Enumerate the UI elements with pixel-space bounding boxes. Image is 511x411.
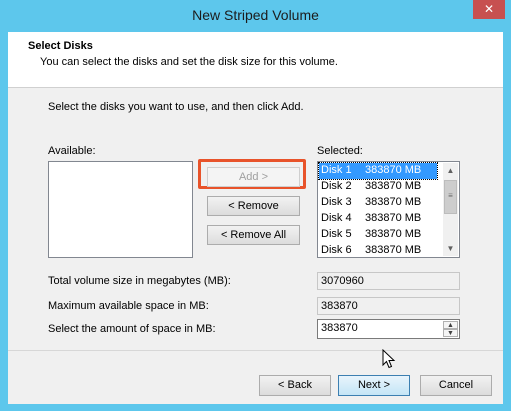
list-item[interactable]: Disk 2 383870 MB bbox=[319, 179, 437, 195]
disk-size: 383870 MB bbox=[365, 196, 422, 208]
list-item[interactable]: Disk 4 383870 MB bbox=[319, 211, 437, 227]
window-title: New Striped Volume bbox=[192, 7, 319, 23]
instruction-text: Select the disks you want to use, and th… bbox=[48, 101, 304, 113]
back-button[interactable]: < Back bbox=[259, 375, 331, 396]
disk-name: Disk 5 bbox=[321, 228, 352, 240]
wizard-body: Select the disks you want to use, and th… bbox=[8, 88, 503, 350]
disk-name: Disk 6 bbox=[321, 244, 352, 256]
dialog-client: Select Disks You can select the disks an… bbox=[8, 32, 503, 404]
selected-disks-list[interactable]: Disk 6 383870 MB Disk 5 383870 MB Disk 4 3838… bbox=[317, 161, 460, 258]
selected-label: Selected: bbox=[317, 145, 363, 157]
disk-name: Disk 3 bbox=[321, 196, 352, 208]
disk-name: Disk 1 bbox=[321, 164, 352, 176]
dialog-window: New Striped Volume ✕ Select Disks You ca… bbox=[0, 0, 511, 411]
list-item[interactable]: Disk 3 383870 MB bbox=[319, 195, 437, 211]
list-item[interactable]: Disk 6 383870 MB bbox=[319, 243, 437, 257]
disk-size: 383870 MB bbox=[365, 212, 422, 224]
available-label: Available: bbox=[48, 145, 96, 157]
scroll-up-icon[interactable]: ▲ bbox=[443, 163, 458, 178]
max-space-label: Maximum available space in MB: bbox=[48, 300, 209, 312]
total-size-field: 3070960 bbox=[317, 272, 460, 290]
wizard-header: Select Disks You can select the disks an… bbox=[8, 32, 503, 88]
title-bar[interactable]: New Striped Volume ✕ bbox=[0, 0, 511, 32]
scroll-thumb[interactable]: ≡ bbox=[444, 180, 457, 214]
close-button[interactable]: ✕ bbox=[473, 0, 505, 19]
disk-name: Disk 2 bbox=[321, 180, 352, 192]
selected-list-scrollbar[interactable]: ▲ ≡ ▼ bbox=[443, 163, 458, 256]
disk-name: Disk 4 bbox=[321, 212, 352, 224]
spin-up-icon[interactable]: ▲ bbox=[443, 321, 458, 329]
amount-label: Select the amount of space in MB: bbox=[48, 323, 216, 335]
list-item[interactable]: Disk 1 383870 MB bbox=[318, 162, 438, 180]
max-space-field: 383870 bbox=[317, 297, 460, 315]
disk-size: 383870 MB bbox=[365, 244, 422, 256]
wizard-footer: < Back Next > Cancel bbox=[8, 350, 503, 404]
next-button[interactable]: Next > bbox=[338, 375, 410, 396]
remove-button[interactable]: < Remove bbox=[207, 196, 300, 216]
close-icon: ✕ bbox=[483, 2, 495, 16]
mouse-cursor-icon bbox=[382, 349, 396, 369]
page-subtitle: You can select the disks and set the dis… bbox=[40, 56, 338, 68]
total-size-label: Total volume size in megabytes (MB): bbox=[48, 275, 231, 287]
cancel-button[interactable]: Cancel bbox=[420, 375, 492, 396]
disk-size: 383870 MB bbox=[365, 228, 422, 240]
amount-stepper[interactable]: 383870 ▲ ▼ bbox=[317, 319, 460, 339]
available-disks-list[interactable] bbox=[48, 161, 193, 258]
page-title: Select Disks bbox=[28, 40, 93, 52]
list-item[interactable]: Disk 5 383870 MB bbox=[319, 227, 437, 243]
disk-size: 383870 MB bbox=[365, 164, 422, 176]
amount-spinner[interactable]: ▲ ▼ bbox=[443, 320, 458, 337]
disk-size: 383870 MB bbox=[365, 180, 422, 192]
amount-value: 383870 bbox=[321, 322, 358, 334]
add-button[interactable]: Add > bbox=[207, 167, 300, 187]
scroll-down-icon[interactable]: ▼ bbox=[443, 241, 458, 256]
spin-down-icon[interactable]: ▼ bbox=[443, 329, 458, 337]
remove-all-button[interactable]: < Remove All bbox=[207, 225, 300, 245]
